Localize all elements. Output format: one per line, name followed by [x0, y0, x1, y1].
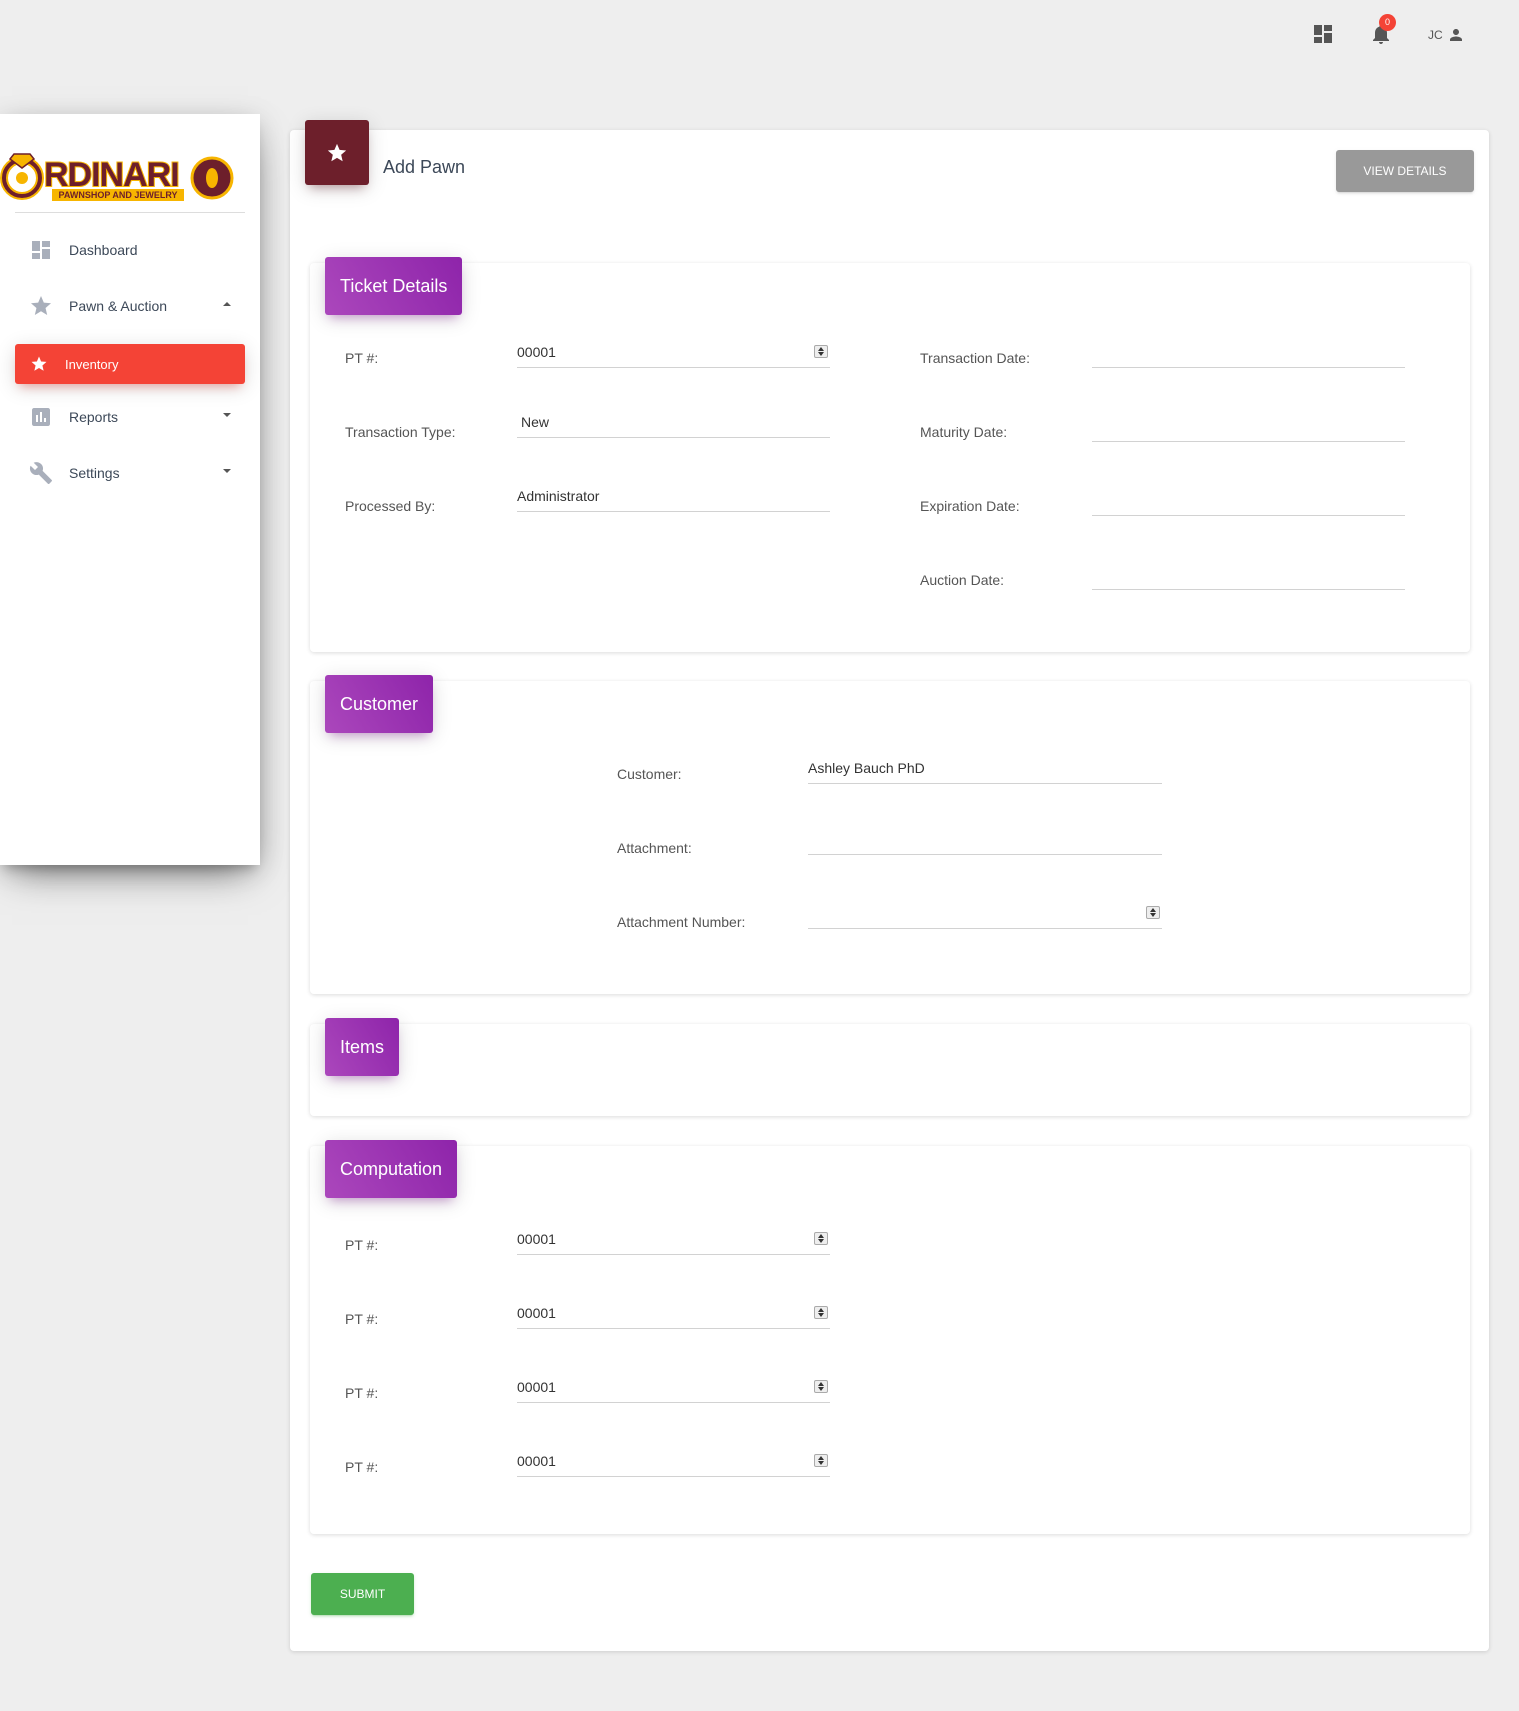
sidebar-item-label: Settings [69, 465, 120, 481]
transaction-type-value: New [521, 413, 550, 430]
add-pawn-card: Add Pawn VIEW DETAILS Ticket Details PT … [290, 120, 1489, 1651]
dashboard-icon [29, 238, 53, 262]
svg-text:PAWNSHOP AND JEWELRY: PAWNSHOP AND JEWELRY [58, 190, 177, 200]
chevron-down-icon [223, 469, 231, 473]
transaction-type-select[interactable]: New [517, 406, 830, 438]
customer-section: Customer Customer: Ashley Bauch PhD Atta… [310, 675, 1470, 994]
computation-pt-input[interactable]: 00001 [517, 1297, 830, 1329]
items-section: Items [310, 1018, 1470, 1116]
computation-pt-value: 00001 [517, 1378, 556, 1395]
maturity-date-label: Maturity Date: [920, 424, 1008, 440]
expiration-date-label: Expiration Date: [920, 498, 1020, 514]
ticket-details-section: Ticket Details PT #: 00001 Transaction T… [310, 257, 1470, 652]
transaction-date-label: Transaction Date: [920, 350, 1030, 366]
expiration-date-input[interactable] [1092, 484, 1405, 516]
sidebar: RDINARI PAWNSHOP AND JEWELRY Dashboard P… [0, 114, 260, 865]
page-title: Add Pawn [383, 157, 466, 177]
brand-logo[interactable]: RDINARI PAWNSHOP AND JEWELRY [0, 132, 240, 202]
customer-input[interactable]: Ashley Bauch PhD [808, 752, 1162, 784]
computation-pt-input[interactable]: 00001 [517, 1445, 830, 1477]
sidebar-item-inventory[interactable]: Inventory [15, 344, 245, 384]
card-header-icon [305, 120, 369, 185]
computation-pt-value: 00001 [517, 1230, 556, 1247]
processed-by-input[interactable]: Administrator [517, 480, 830, 512]
user-initials: JC [1428, 28, 1443, 42]
transaction-type-label: Transaction Type: [345, 424, 456, 440]
attachment-number-input[interactable] [808, 897, 1162, 929]
user-menu[interactable]: JC [1428, 26, 1465, 44]
sidebar-item-settings[interactable]: Settings [15, 453, 245, 493]
number-spinner-icon[interactable] [814, 1306, 828, 1319]
section-title: Items [325, 1018, 400, 1076]
pt-number-input[interactable]: 00001 [517, 336, 830, 368]
attachment-label: Attachment: [617, 840, 692, 856]
sidebar-item-label: Dashboard [69, 242, 138, 258]
pt-number-label: PT #: [345, 350, 379, 366]
number-spinner-icon[interactable] [814, 1232, 828, 1245]
notification-badge: 0 [1379, 14, 1396, 31]
computation-pt-label: PT #: [345, 1385, 379, 1401]
bell-icon[interactable]: 0 [1369, 14, 1396, 46]
sidebar-item-label: Pawn & Auction [69, 298, 168, 314]
sidebar-item-pawn-auction[interactable]: Pawn & Auction [15, 286, 245, 326]
svg-text:RDINARI: RDINARI [44, 156, 179, 194]
computation-pt-value: 00001 [517, 1304, 556, 1321]
chevron-down-icon [223, 413, 231, 417]
transaction-date-input[interactable] [1092, 336, 1405, 368]
computation-pt-input[interactable]: 00001 [517, 1371, 830, 1403]
star-icon [327, 143, 347, 161]
submit-button[interactable]: SUBMIT [311, 1573, 414, 1615]
maturity-date-input[interactable] [1092, 410, 1405, 442]
star-icon [29, 294, 53, 318]
bar-chart-icon [29, 405, 53, 429]
attachment-number-label: Attachment Number: [617, 914, 746, 930]
person-icon [1449, 29, 1462, 41]
chevron-up-icon [223, 302, 231, 306]
star-icon [27, 352, 51, 376]
number-spinner-icon[interactable] [814, 345, 828, 358]
section-title: Computation [325, 1140, 458, 1198]
number-spinner-icon[interactable] [1146, 906, 1160, 919]
processed-by-label: Processed By: [345, 498, 436, 514]
wrench-icon [29, 461, 53, 485]
sidebar-item-label: Inventory [65, 356, 119, 372]
customer-label: Customer: [617, 766, 682, 782]
computation-section: Computation PT #: 00001 PT #: 00001 PT #… [310, 1140, 1470, 1534]
sidebar-item-reports[interactable]: Reports [15, 397, 245, 437]
auction-date-input[interactable] [1092, 558, 1405, 590]
customer-value: Ashley Bauch PhD [808, 759, 925, 776]
section-title: Customer [325, 675, 434, 733]
computation-pt-value: 00001 [517, 1452, 556, 1469]
section-title: Ticket Details [325, 257, 463, 315]
computation-pt-label: PT #: [345, 1311, 379, 1327]
attachment-input[interactable] [808, 823, 1162, 855]
computation-pt-label: PT #: [345, 1459, 379, 1475]
processed-by-value: Administrator [517, 487, 600, 504]
number-spinner-icon[interactable] [814, 1380, 828, 1393]
computation-pt-input[interactable]: 00001 [517, 1223, 830, 1255]
computation-pt-label: PT #: [345, 1237, 379, 1253]
dashboard-grid-icon[interactable] [1311, 22, 1335, 46]
number-spinner-icon[interactable] [814, 1454, 828, 1467]
view-details-button[interactable]: VIEW DETAILS [1336, 150, 1474, 192]
logo-divider [15, 212, 245, 213]
auction-date-label: Auction Date: [920, 572, 1005, 588]
pt-number-value: 00001 [517, 343, 556, 360]
sidebar-item-label: Reports [69, 409, 119, 425]
sidebar-item-dashboard[interactable]: Dashboard [15, 230, 245, 270]
